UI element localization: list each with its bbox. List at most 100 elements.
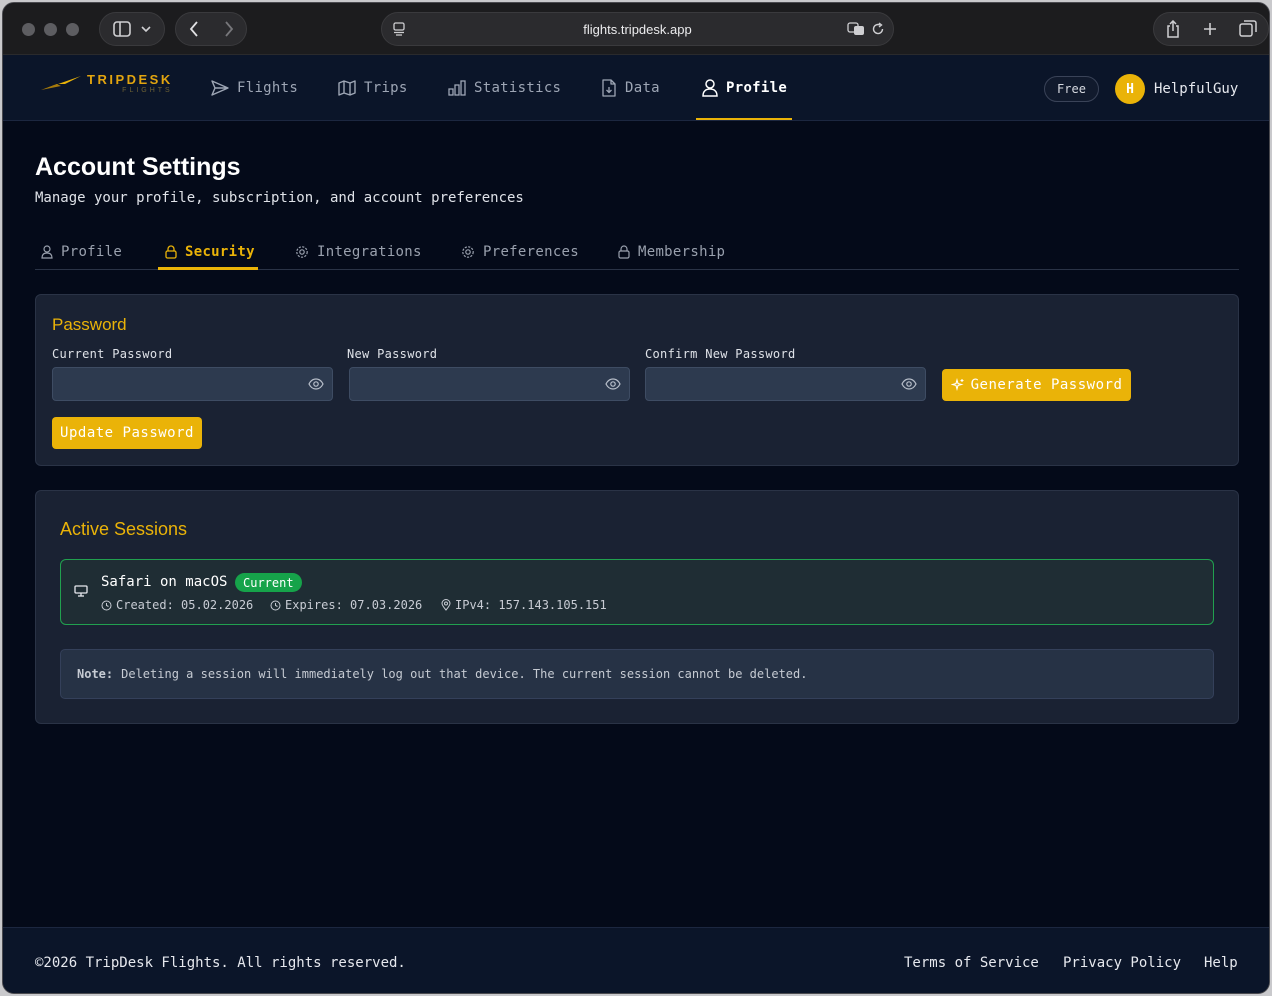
- current-password-label: Current Password: [52, 347, 173, 361]
- back-arrow-icon[interactable]: [189, 21, 199, 37]
- settings-tabs: Profile Security Integrations Preference…: [35, 233, 1239, 270]
- new-tab-icon[interactable]: [1203, 22, 1217, 36]
- session-ip-text: IPv4: 157.143.105.151: [455, 598, 607, 612]
- session-ip: IPv4: 157.143.105.151: [441, 598, 607, 612]
- avatar[interactable]: H: [1115, 74, 1145, 104]
- update-password-label: Update Password: [60, 425, 194, 441]
- reload-icon[interactable]: [871, 22, 885, 36]
- nav-trips-label: Trips: [364, 80, 408, 96]
- nav-statistics[interactable]: Statistics: [448, 55, 561, 121]
- plan-badge[interactable]: Free: [1044, 76, 1099, 102]
- help-link[interactable]: Help: [1204, 955, 1238, 971]
- password-card: Password Current Password New Password C…: [35, 294, 1239, 466]
- active-tab-indicator: [158, 267, 258, 270]
- file-download-icon: [602, 79, 616, 97]
- tab-integrations[interactable]: Integrations: [295, 233, 422, 270]
- privacy-link[interactable]: Privacy Policy: [1063, 955, 1181, 971]
- bar-chart-icon: [448, 80, 466, 96]
- nav-data[interactable]: Data: [601, 55, 660, 121]
- paper-plane-icon: [211, 80, 229, 96]
- logo-wing-icon: [41, 75, 81, 90]
- note-text: Deleting a session will immediately log …: [121, 667, 808, 681]
- monitor-icon: [74, 585, 88, 597]
- sidebar-toggle-button[interactable]: [99, 12, 165, 46]
- session-name: Safari on macOS: [101, 574, 228, 590]
- forward-arrow-icon[interactable]: [224, 21, 234, 37]
- lock-icon: [618, 244, 630, 259]
- tab-overview-icon[interactable]: [1239, 20, 1257, 38]
- current-password-field[interactable]: [52, 367, 333, 401]
- generate-password-label: Generate Password: [970, 377, 1123, 393]
- nav-flights[interactable]: Flights: [211, 55, 298, 121]
- browser-toolbar: flights.tripdesk.app: [3, 3, 1269, 55]
- tab-security[interactable]: Security: [165, 233, 255, 270]
- nav-statistics-label: Statistics: [474, 80, 562, 96]
- sidebar-icon: [113, 21, 131, 37]
- terms-link[interactable]: Terms of Service: [904, 955, 1039, 971]
- eye-icon[interactable]: [605, 378, 621, 390]
- tab-membership[interactable]: Membership: [618, 233, 725, 270]
- page-settings-icon[interactable]: [392, 22, 406, 36]
- nav-profile-label: Profile: [726, 80, 788, 96]
- session-created-text: Created: 05.02.2026: [116, 598, 254, 612]
- footer-copyright: ©2026 TripDesk Flights. All rights reser…: [35, 955, 406, 971]
- page-title: Account Settings: [35, 153, 241, 181]
- chevron-down-icon: [141, 26, 151, 33]
- user-icon: [41, 244, 53, 259]
- sessions-card: Active Sessions Safari on macOS Current …: [35, 490, 1239, 724]
- tab-membership-label: Membership: [638, 243, 726, 260]
- app-header: TRIPDESK FLIGHTS Flights Trips Statistic…: [3, 55, 1269, 121]
- nav-flights-label: Flights: [237, 80, 299, 96]
- address-bar[interactable]: flights.tripdesk.app: [381, 12, 894, 46]
- note-label: Note:: [77, 667, 114, 681]
- nav-trips[interactable]: Trips: [338, 55, 408, 121]
- browser-window: flights.tripdesk.app TRIPDESK FLIGHTS Fl…: [2, 2, 1270, 994]
- update-password-button[interactable]: Update Password: [52, 417, 202, 449]
- tripdesk-logo[interactable]: TRIPDESK FLIGHTS: [39, 73, 173, 94]
- minimize-window-button[interactable]: [44, 23, 57, 36]
- tab-integrations-label: Integrations: [317, 243, 422, 260]
- eye-icon[interactable]: [308, 378, 324, 390]
- nav-profile[interactable]: Profile: [702, 55, 787, 121]
- zoom-window-button[interactable]: [66, 23, 79, 36]
- footer: ©2026 TripDesk Flights. All rights reser…: [3, 927, 1269, 993]
- brand-subname: FLIGHTS: [122, 87, 173, 94]
- username[interactable]: HelpfulGuy: [1154, 81, 1238, 97]
- session-created: Created: 05.02.2026: [101, 598, 253, 612]
- confirm-password-field[interactable]: [645, 367, 926, 401]
- gear-icon: [462, 245, 474, 258]
- clock-icon: [101, 600, 112, 610]
- session-expires: Expires: 07.03.2026: [270, 598, 422, 612]
- nav-data-label: Data: [625, 80, 660, 96]
- password-card-title: Password: [52, 315, 127, 334]
- session-expires-text: Expires: 07.03.2026: [285, 598, 423, 612]
- location-pin-icon: [441, 599, 451, 611]
- translate-icon[interactable]: [847, 22, 865, 36]
- page-subtitle: Manage your profile, subscription, and a…: [35, 190, 524, 206]
- map-icon: [338, 80, 356, 96]
- close-window-button[interactable]: [22, 23, 35, 36]
- tab-profile-label: Profile: [61, 243, 123, 260]
- tab-preferences-label: Preferences: [483, 243, 580, 260]
- url-text: flights.tripdesk.app: [583, 21, 692, 37]
- tab-security-label: Security: [185, 243, 255, 260]
- active-nav-indicator: [696, 118, 792, 120]
- brand-name: TRIPDESK: [87, 72, 173, 87]
- session-item: Safari on macOS Current Created: 05.02.2…: [60, 559, 1214, 625]
- sparkles-icon: [950, 378, 964, 392]
- current-session-badge: Current: [235, 573, 302, 592]
- tab-preferences[interactable]: Preferences: [461, 233, 579, 270]
- lock-icon: [165, 244, 177, 259]
- browser-actions: [1153, 12, 1269, 46]
- user-icon: [702, 79, 718, 97]
- eye-icon[interactable]: [901, 378, 917, 390]
- share-icon[interactable]: [1165, 20, 1181, 38]
- new-password-field[interactable]: [349, 367, 630, 401]
- generate-password-button[interactable]: Generate Password: [942, 369, 1131, 401]
- tab-profile[interactable]: Profile: [41, 233, 122, 270]
- sessions-note: Note: Deleting a session will immediatel…: [60, 649, 1214, 699]
- history-nav: [175, 12, 247, 46]
- confirm-password-label: Confirm New Password: [645, 347, 796, 361]
- clock-icon: [270, 600, 281, 610]
- gear-icon: [296, 245, 308, 258]
